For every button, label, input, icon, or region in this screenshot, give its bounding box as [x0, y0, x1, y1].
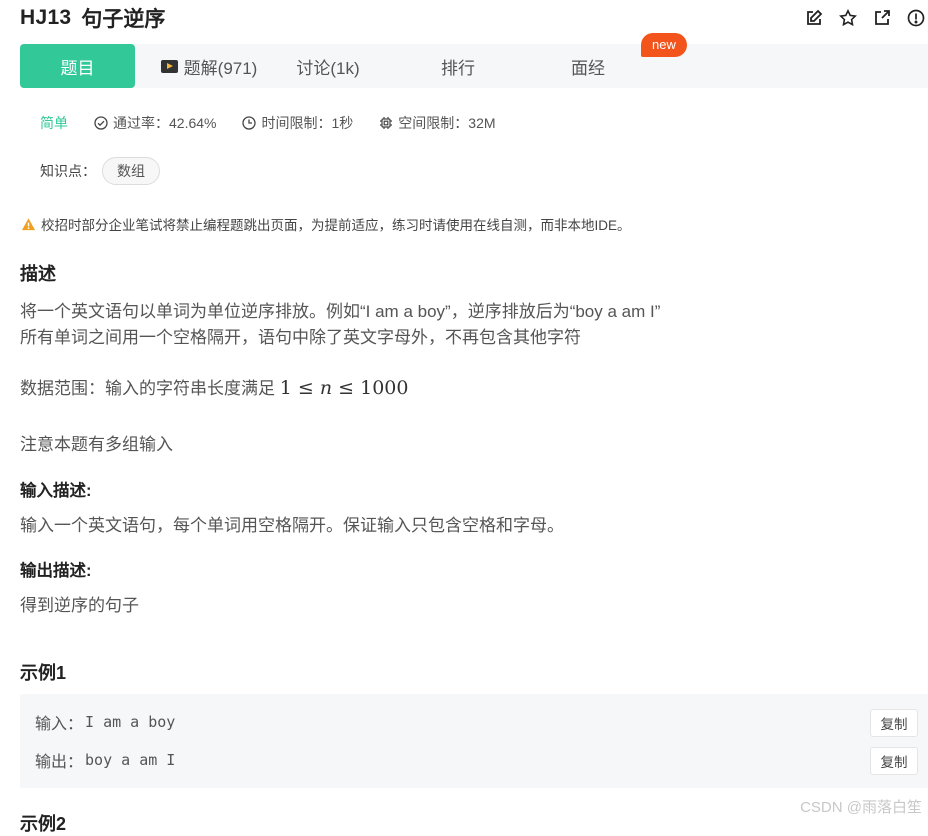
clock-icon: [242, 116, 257, 130]
pass-rate-text: 通过率：42.64%: [113, 115, 217, 131]
range-rel-2: ≤: [338, 377, 355, 399]
example-output-label: 输出：: [35, 754, 84, 771]
time-limit: 时间限制：1秒: [242, 113, 353, 133]
edit-icon[interactable]: [802, 6, 826, 30]
data-range-formula: 1 ≤ n ≤ 1000: [280, 377, 409, 399]
space-limit: 空间限制：32M: [379, 113, 496, 133]
star-icon[interactable]: [836, 6, 860, 30]
new-badge: new: [641, 33, 687, 57]
data-range: 数据范围：输入的字符串长度满足 1 ≤ n ≤ 1000: [20, 374, 408, 399]
range-var: n: [319, 377, 333, 399]
space-limit-text: 空间限制：32M: [398, 115, 496, 131]
copy-input-button[interactable]: 复制: [870, 709, 918, 737]
tab-ranking[interactable]: 排行: [373, 44, 543, 88]
example-input-value: I am a boy: [85, 713, 176, 731]
range-rel-1: ≤: [297, 377, 314, 399]
data-range-text: 数据范围：输入的字符串长度满足: [20, 379, 275, 398]
play-icon: [160, 59, 178, 73]
problem-id: HJ13: [20, 6, 72, 29]
difficulty-label: 简单: [40, 115, 68, 131]
description-line-1: 将一个英文语句以单词为单位逆序排放。例如“I am a boy”，逆序排放后为“…: [20, 302, 661, 321]
example-input-row: 输入： I am a boy: [35, 707, 175, 737]
tab-interview[interactable]: 面经: [543, 44, 633, 88]
tab-label: 面经: [571, 58, 605, 78]
output-desc-heading: 输出描述:: [20, 562, 92, 580]
report-icon[interactable]: [904, 6, 928, 30]
knowledge-tag[interactable]: 数组: [102, 157, 160, 185]
copy-output-button[interactable]: 复制: [870, 747, 918, 775]
input-desc-text: 输入一个英文语句，每个单词用空格隔开。保证输入只包含空格和字母。: [20, 516, 564, 535]
tab-label: 排行: [441, 58, 475, 78]
exam-warning: 校招时部分企业笔试将禁止编程题跳出页面，为提前适应，练习时请使用在线自测，而非本…: [21, 214, 631, 234]
check-circle-icon: [94, 116, 108, 130]
share-icon[interactable]: [870, 6, 894, 30]
tab-solutions[interactable]: 题解(971): [135, 44, 283, 88]
description-heading: 描述: [20, 264, 56, 284]
range-high: 1000: [360, 377, 409, 399]
problem-name: 句子逆序: [81, 8, 166, 31]
output-desc-text: 得到逆序的句子: [20, 596, 139, 615]
example-output-row: 输出： boy a am I: [35, 745, 175, 775]
input-desc-heading: 输入描述:: [20, 482, 92, 500]
warning-text: 校招时部分企业笔试将禁止编程题跳出页面，为提前适应，练习时请使用在线自测，而非本…: [41, 218, 631, 233]
problem-tabs: 题目 题解(971) 讨论(1k) 排行 面经: [20, 44, 928, 88]
tab-label: 题目: [60, 58, 95, 78]
title-actions: [802, 6, 928, 30]
tab-label: 题解(971): [183, 58, 258, 78]
example-1-heading: 示例1: [20, 663, 67, 683]
problem-title: HJ13 句子逆序: [20, 4, 165, 32]
tab-label: 讨论(1k): [296, 58, 360, 78]
range-low: 1: [279, 377, 292, 399]
knowledge-label: 知识点：: [40, 163, 96, 179]
problem-meta: 简单 通过率：42.64% 时间限制：1秒 空间限制：32M: [40, 112, 522, 134]
chip-icon: [380, 117, 393, 129]
description-line-2: 所有单词之间用一个空格隔开，语句中除了英文字母外，不再包含其他字符: [20, 328, 581, 347]
example-output-value: boy a am I: [85, 751, 176, 769]
time-limit-text: 时间限制：1秒: [261, 115, 354, 131]
multi-input-note: 注意本题有多组输入: [20, 435, 173, 454]
knowledge-points: 知识点： 数组: [40, 157, 160, 185]
tab-problem[interactable]: 题目: [20, 44, 135, 88]
watermark: CSDN @雨落白笙: [800, 799, 922, 816]
tab-discussion[interactable]: 讨论(1k): [283, 44, 373, 88]
example-input-label: 输入：: [35, 716, 84, 733]
example-2-heading: 示例2: [20, 814, 67, 834]
warning-icon: [21, 217, 36, 230]
example-1-box: 输入： I am a boy 复制 输出： boy a am I 复制: [20, 694, 928, 788]
pass-rate: 通过率：42.64%: [94, 113, 216, 133]
